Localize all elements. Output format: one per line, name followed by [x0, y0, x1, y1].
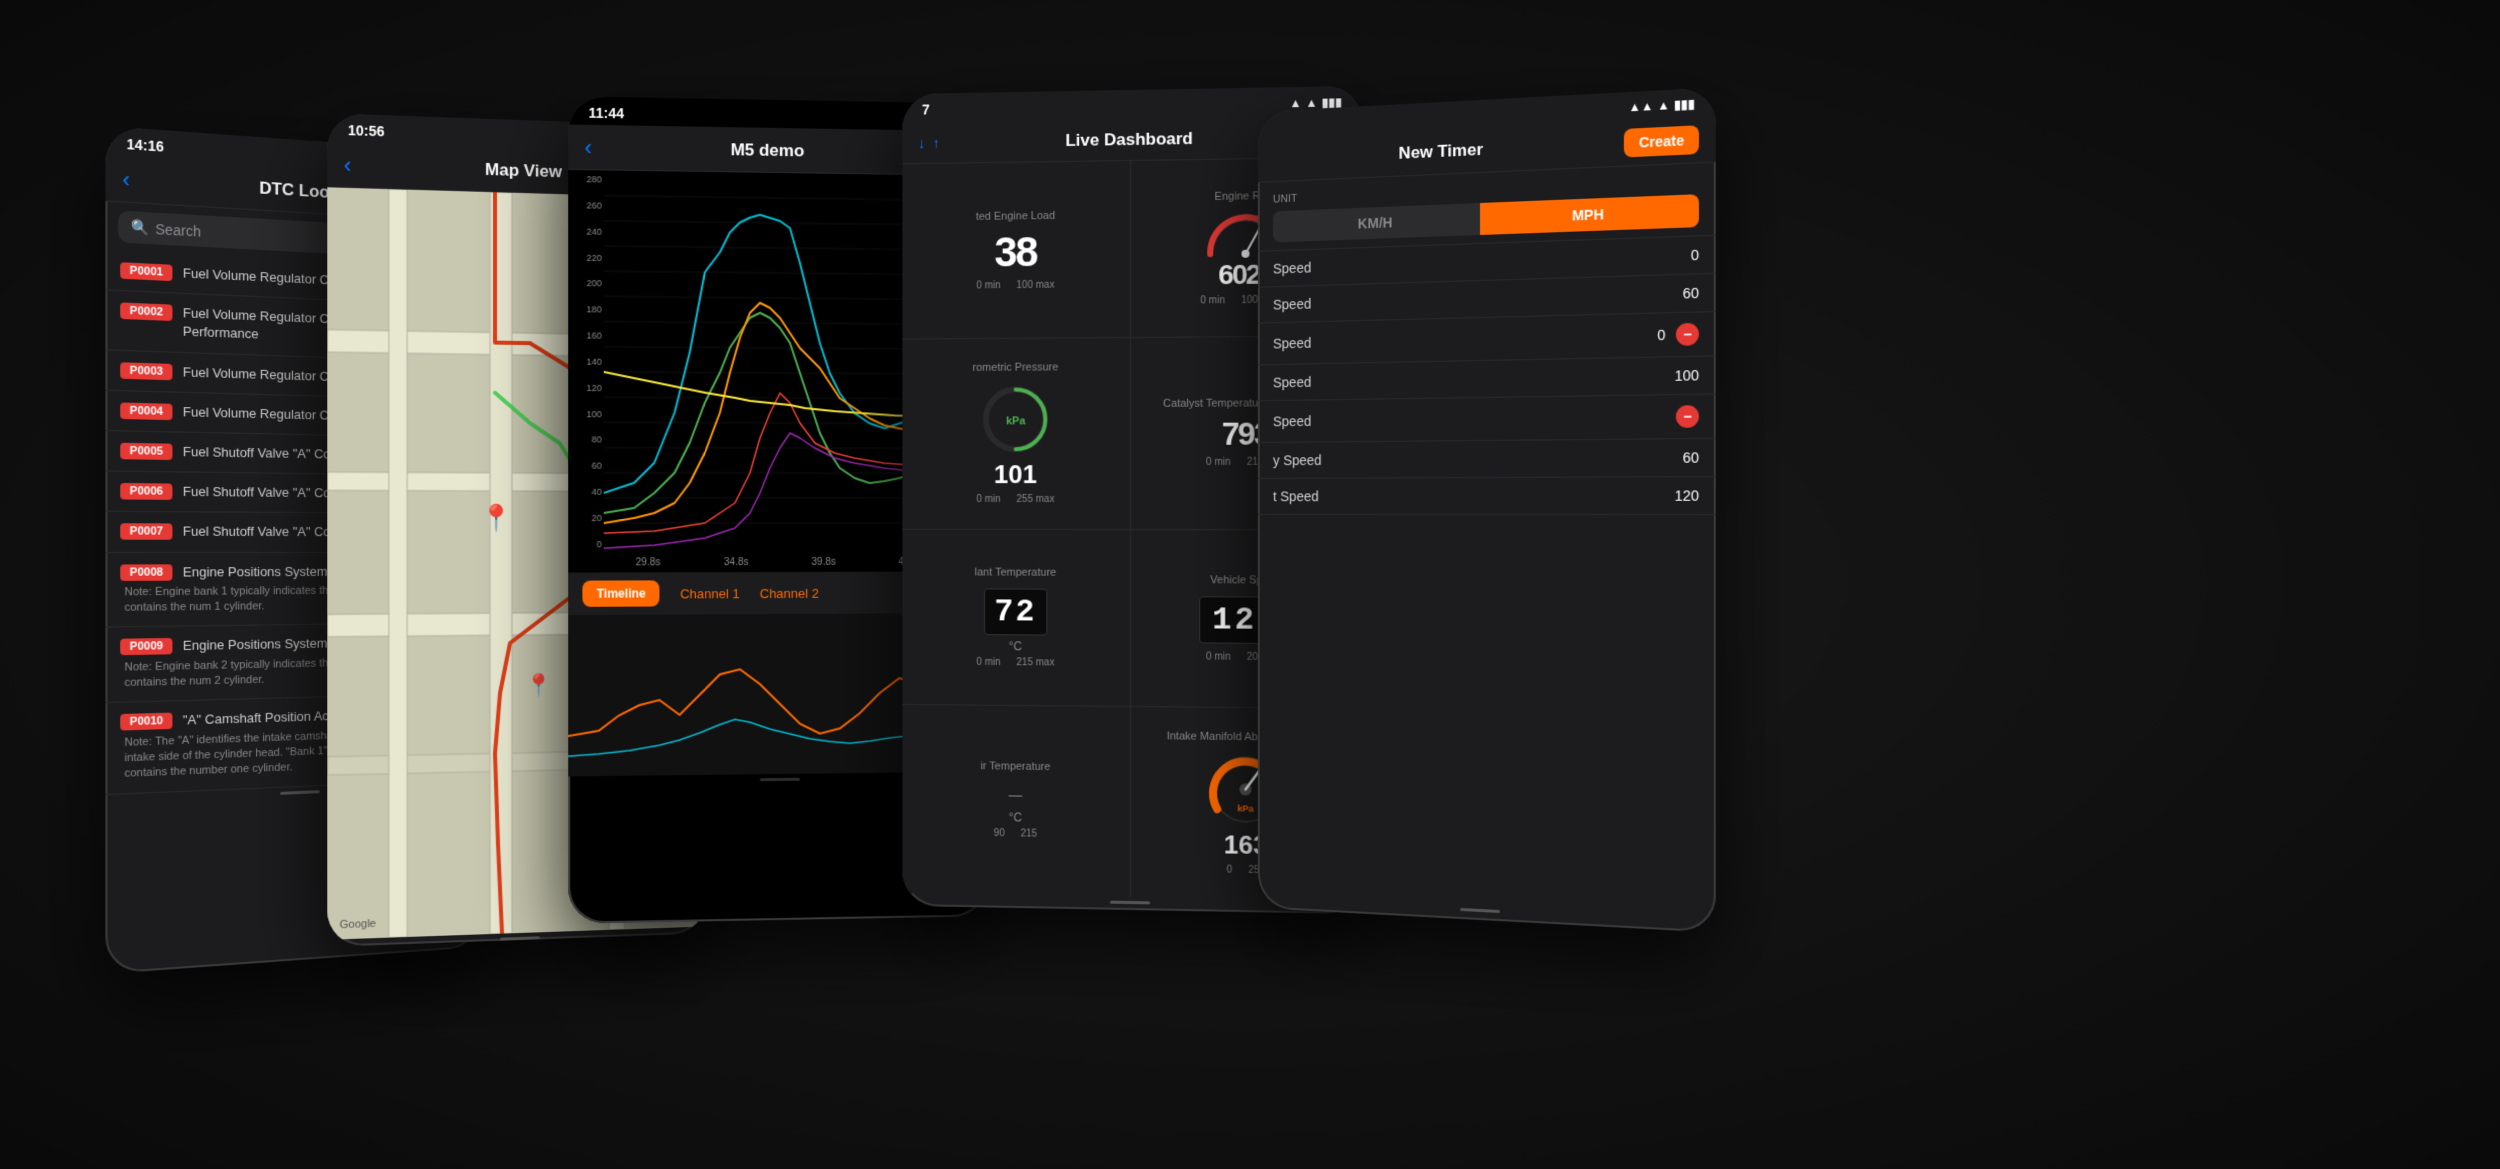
x-label-1: 29.8s	[636, 557, 661, 568]
search-placeholder: Search	[155, 220, 201, 239]
timer-title: New Timer	[1273, 133, 1616, 169]
svg-text:kPa: kPa	[1006, 416, 1026, 428]
timeline-button[interactable]: Timeline	[582, 580, 659, 606]
widget-air-temp[interactable]: ir Temperature — °C 90215	[902, 705, 1129, 897]
widget-sub: 90215	[994, 828, 1037, 840]
dtc-code: P0007	[120, 524, 172, 541]
row-label: Speed	[1273, 248, 1647, 276]
remove-row-button-2[interactable]: −	[1676, 405, 1699, 428]
dtc-code: P0004	[120, 402, 172, 420]
row-value: 100	[1657, 367, 1699, 384]
widget-value: 38	[994, 228, 1036, 276]
scroll-indicator-timer	[1460, 908, 1500, 913]
timer-row-7: t Speed 120	[1258, 477, 1716, 515]
search-icon: 🔍	[131, 218, 149, 236]
back-button-map[interactable]: ‹	[344, 152, 352, 179]
wifi-icon: ▲	[1657, 98, 1669, 113]
scroll-indicator-dtc	[280, 790, 320, 795]
row-label: Speed	[1273, 409, 1614, 429]
widget-label: lant Temperature	[975, 566, 1056, 578]
dtc-code: P0008	[120, 564, 172, 581]
map-pin-main: 📍	[480, 503, 512, 534]
time-map: 10:56	[348, 122, 385, 139]
spacer	[1277, 119, 1280, 133]
row-value: 60	[1657, 285, 1699, 303]
digital-value: 72	[994, 593, 1036, 630]
dtc-code: P0006	[120, 483, 172, 500]
y-axis-left: 280 260 240 220 200 180 160 140 120 100 …	[568, 170, 604, 554]
signal-icon: ▲	[1289, 96, 1301, 110]
timer-row-6: y Speed 60	[1258, 439, 1716, 479]
chart-svg	[604, 170, 954, 553]
digital-display: 72	[984, 588, 1048, 635]
dtc-code: P0009	[120, 638, 172, 655]
back-button-dtc[interactable]: ‹	[122, 166, 130, 193]
widget-sub: 0 min255 max	[976, 494, 1054, 505]
timer-rows: Speed 0 Speed 60 Speed 0 − Speed 100 Spe…	[1258, 236, 1716, 515]
widget-label: ted Engine Load	[976, 210, 1055, 223]
battery-icon: ▮▮▮	[1674, 97, 1695, 112]
sort-down-icon[interactable]: ↓	[918, 135, 925, 151]
widget-label: rometric Pressure	[973, 362, 1059, 374]
row-label: y Speed	[1273, 450, 1647, 468]
sort-up-icon[interactable]: ↑	[933, 135, 940, 151]
baro-gauge: kPa	[976, 380, 1055, 460]
create-button[interactable]: Create	[1624, 125, 1699, 157]
row-value: 0	[1624, 327, 1666, 344]
dtc-code: P0002	[120, 303, 172, 322]
widget-baro-pressure[interactable]: rometric Pressure kPa 101 0 min255 max	[902, 338, 1129, 528]
widget-coolant-temp[interactable]: lant Temperature 72 °C 0 min215 max	[902, 529, 1129, 706]
widget-label: ir Temperature	[980, 761, 1050, 774]
unit-kmh[interactable]: KM/H	[1273, 203, 1480, 242]
m5-title: M5 demo	[602, 138, 931, 163]
status-icons-timer: ▲▲ ▲ ▮▮▮	[1629, 97, 1695, 115]
timer-row-5: Speed −	[1258, 395, 1716, 443]
widget-sub: 0 min100 max	[976, 279, 1054, 291]
x-label-2: 34.8s	[724, 557, 749, 568]
widget-value-empty: —	[1008, 787, 1022, 803]
device-timer: ▲▲ ▲ ▮▮▮ New Timer Create UNIT KM/H MPH …	[1258, 87, 1716, 932]
dtc-code: P0001	[120, 262, 172, 281]
row-label: Speed	[1273, 368, 1647, 390]
unit-label: °C	[1009, 639, 1022, 653]
row-value: 0	[1657, 247, 1699, 265]
dtc-code: P0005	[120, 443, 172, 460]
x-label-3: 39.8s	[811, 557, 835, 568]
scroll-indicator-dash	[1110, 901, 1150, 905]
unit-mph[interactable]: MPH	[1480, 194, 1699, 235]
widget-sub: 0 min215 max	[976, 657, 1054, 669]
timer-screen: ▲▲ ▲ ▮▮▮ New Timer Create UNIT KM/H MPH …	[1258, 87, 1716, 932]
time-m5: 11:44	[589, 105, 625, 122]
remove-row-button[interactable]: −	[1676, 323, 1699, 346]
google-watermark: Google	[340, 918, 376, 931]
time-dash: 7	[922, 102, 930, 118]
widget-value: 101	[994, 460, 1037, 491]
row-value: 120	[1657, 487, 1699, 503]
unit-label: °C	[1009, 811, 1022, 825]
time-dtc: 14:16	[127, 136, 164, 155]
channel2-label[interactable]: Channel 2	[760, 585, 819, 600]
svg-text:kPa: kPa	[1238, 803, 1255, 813]
widget-engine-load[interactable]: ted Engine Load 38 0 min100 max	[902, 161, 1129, 339]
signal-icon: ▲▲	[1629, 99, 1654, 115]
row-label: t Speed	[1273, 488, 1647, 505]
back-button-m5[interactable]: ‹	[584, 135, 591, 161]
map-pin-secondary: 📍	[525, 673, 552, 699]
row-label: Speed	[1273, 286, 1647, 312]
channel1-label[interactable]: Channel 1	[680, 586, 740, 601]
row-label: Speed	[1273, 328, 1614, 352]
dtc-code: P0003	[120, 362, 172, 380]
row-value: 60	[1657, 449, 1699, 466]
dtc-code: P0010	[120, 713, 172, 731]
scroll-indicator-m5	[760, 778, 800, 781]
